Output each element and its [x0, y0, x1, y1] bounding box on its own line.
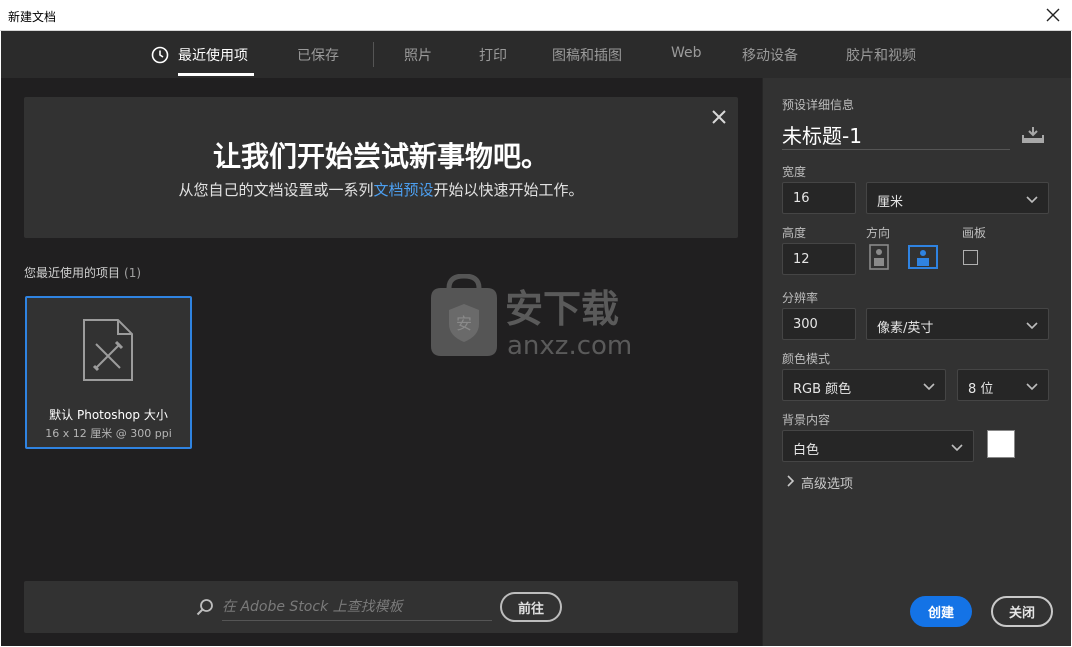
artboard-label: 画板 [962, 226, 987, 240]
bit-depth-select[interactable]: 8 位 [957, 369, 1049, 401]
banner-close-icon[interactable] [712, 109, 726, 128]
search-icon [196, 598, 214, 620]
chevron-down-icon [1026, 193, 1038, 208]
recent-items-count: (1) [124, 266, 142, 280]
width-unit-select[interactable]: 厘米 [866, 182, 1049, 214]
orientation-label: 方向 [866, 226, 891, 240]
tab-recent[interactable]: 最近使用项 [178, 45, 248, 65]
chevron-right-icon [787, 474, 795, 491]
portrait-orientation-icon[interactable] [866, 244, 892, 270]
preset-tabs: 最近使用项 已保存 照片 打印 图稿和插图 Web 移动设备 胶片和视频 [1, 31, 1071, 78]
background-select[interactable]: 白色 [782, 430, 974, 462]
go-button[interactable]: 前往 [500, 592, 562, 622]
advanced-options-toggle[interactable]: 高级选项 [787, 473, 853, 492]
new-document-dialog: 最近使用项 已保存 照片 打印 图稿和插图 Web 移动设备 胶片和视频 让我们… [1, 31, 1071, 646]
artboard-checkbox[interactable] [963, 250, 978, 265]
chevron-down-icon [1026, 380, 1038, 395]
tab-mobile[interactable]: 移动设备 [742, 45, 798, 65]
window-title: 新建文档 [8, 10, 57, 24]
resolution-label: 分辨率 [782, 291, 819, 305]
save-preset-icon[interactable] [1022, 126, 1044, 148]
recent-item-name: 默认 Photoshop 大小 [49, 408, 168, 422]
height-label: 高度 [782, 226, 807, 240]
background-label: 背景内容 [782, 413, 831, 427]
banner-sub-after: 开始以快速开始工作。 [433, 181, 584, 199]
banner-headline: 让我们开始尝试新事物吧。 [212, 140, 549, 173]
background-value: 白色 [793, 443, 820, 458]
welcome-banner: 让我们开始尝试新事物吧。 从您自己的文档设置或一系列文档预设开始以快速开始工作。 [24, 97, 738, 238]
chevron-down-icon [1026, 319, 1038, 334]
color-mode-label: 颜色模式 [782, 352, 831, 366]
bit-depth-value: 8 位 [968, 382, 994, 397]
create-button[interactable]: 创建 [910, 596, 972, 627]
color-mode-select[interactable]: RGB 颜色 [782, 369, 946, 401]
watermark-logo: 安 安下载 anxz.com [427, 273, 647, 368]
left-panel: 让我们开始尝试新事物吧。 从您自己的文档设置或一系列文档预设开始以快速开始工作。… [1, 78, 762, 646]
tab-photo[interactable]: 照片 [404, 45, 432, 65]
landscape-orientation-icon[interactable] [908, 244, 938, 270]
tab-web[interactable]: Web [671, 45, 702, 61]
tab-art-illustration[interactable]: 图稿和插图 [552, 45, 622, 65]
document-preset-icon [82, 318, 134, 386]
watermark-domain: anxz.com [507, 331, 632, 361]
banner-sub-before: 从您自己的文档设置或一系列 [178, 181, 374, 199]
window-titlebar: 新建文档 [0, 0, 1072, 31]
close-button[interactable]: 关闭 [991, 596, 1053, 627]
height-input[interactable]: 12 [782, 243, 856, 275]
advanced-options-label: 高级选项 [801, 477, 854, 492]
preset-details-title: 预设详细信息 [782, 98, 855, 112]
stock-search-input[interactable] [222, 593, 492, 621]
background-color-swatch[interactable] [987, 430, 1015, 458]
resolution-unit-value: 像素/英寸 [877, 321, 934, 336]
document-presets-link[interactable]: 文档预设 [373, 181, 433, 199]
recent-items-title: 您最近使用的项目 [24, 266, 121, 280]
resolution-unit-select[interactable]: 像素/英寸 [866, 308, 1049, 340]
tab-film-video[interactable]: 胶片和视频 [846, 45, 916, 65]
width-input[interactable]: 16 [782, 182, 856, 214]
tab-separator [373, 42, 374, 67]
window-close-icon[interactable] [1042, 4, 1064, 26]
width-label: 宽度 [782, 165, 807, 179]
document-name-field[interactable]: 未标题-1 [782, 120, 1010, 150]
recent-items-heading: 您最近使用的项目 (1) [24, 264, 141, 281]
recent-item-card[interactable]: 默认 Photoshop 大小 16 x 12 厘米 @ 300 ppi [25, 296, 192, 449]
svg-text:安: 安 [456, 314, 472, 333]
watermark-text: 安下载 [505, 287, 619, 331]
chevron-down-icon [923, 380, 935, 395]
clock-icon [151, 46, 169, 68]
tab-saved[interactable]: 已保存 [297, 45, 339, 65]
stock-search-bar: 前往 [24, 581, 738, 633]
preset-details-panel: 预设详细信息 未标题-1 宽度 16 厘米 高度 方向 画板 12 分辨率 30… [762, 78, 1071, 646]
resolution-input[interactable]: 300 [782, 308, 856, 340]
banner-subtext: 从您自己的文档设置或一系列文档预设开始以快速开始工作。 [24, 179, 738, 200]
active-tab-indicator [178, 73, 254, 76]
recent-item-size: 16 x 12 厘米 @ 300 ppi [45, 427, 172, 440]
tab-print[interactable]: 打印 [479, 45, 507, 65]
chevron-down-icon [951, 441, 963, 456]
color-mode-value: RGB 颜色 [793, 382, 852, 397]
width-unit-value: 厘米 [877, 195, 904, 210]
